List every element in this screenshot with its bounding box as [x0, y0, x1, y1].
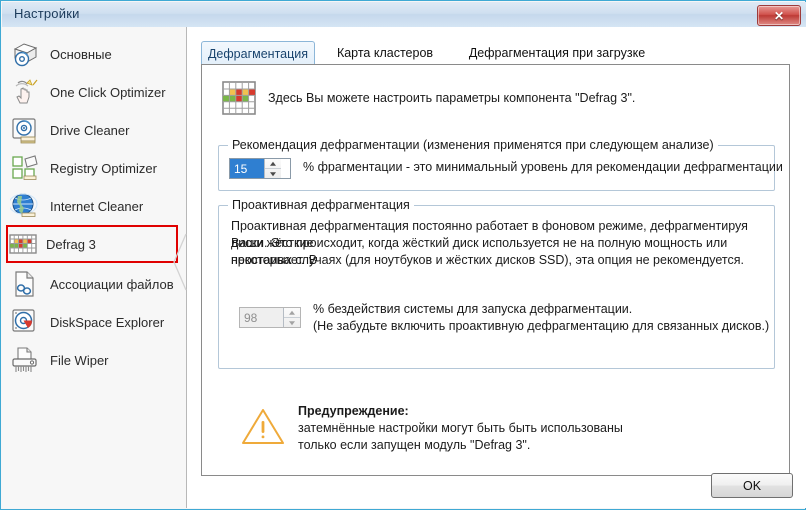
idle-threshold-value[interactable]: 98 — [240, 308, 283, 327]
idle-threshold-stepper[interactable]: 98 — [239, 307, 301, 328]
sidebar-item-label: One Click Optimizer — [50, 84, 166, 100]
stepper-down-button[interactable] — [265, 169, 281, 178]
warning-line-2: только если запущен модуль "Defrag 3". — [298, 438, 531, 452]
sidebar-item-defrag-3[interactable]: Defrag 3 — [6, 225, 178, 263]
sidebar-item-one-click-optimizer[interactable]: One Click Optimizer — [10, 73, 178, 111]
stepper-buttons[interactable] — [264, 159, 281, 178]
tab-label: Дефрагментация — [207, 46, 309, 61]
idle-threshold-description-line-2: (Не забудьте включить проактивную дефраг… — [313, 319, 770, 333]
fragmentation-threshold-description: % фрагментации - это минимальный уровень… — [303, 160, 783, 174]
sidebar-item-file-associations[interactable]: Ассоциации файлов — [10, 265, 178, 303]
tab-label: Дефрагментация при загрузке — [468, 46, 646, 60]
settings-window: Настройки ✕ Основные One Click Optimizer… — [0, 0, 806, 510]
sidebar-item-general[interactable]: Основные — [10, 35, 178, 73]
proactive-paragraph-line-3: некоторых случаях (для ноутбуков и жёстк… — [231, 253, 744, 267]
defrag-grid-icon — [8, 229, 38, 259]
sidebar-item-label: Registry Optimizer — [50, 160, 157, 176]
sidebar-item-file-wiper[interactable]: File Wiper — [10, 341, 178, 379]
diskspace-pie-icon — [10, 307, 40, 337]
sidebar-item-label: Defrag 3 — [46, 236, 96, 252]
file-link-icon — [10, 269, 40, 299]
tab-boot-defragmentation[interactable]: Дефрагментация при загрузке — [452, 41, 662, 65]
close-button[interactable]: ✕ — [757, 5, 801, 26]
tab-label: Карта кластеров — [336, 46, 434, 60]
fragmentation-threshold-value[interactable]: 15 — [230, 159, 264, 178]
shredder-icon — [10, 345, 40, 375]
warning-block: Предупреждение: затемнённые настройки мо… — [218, 388, 775, 458]
recommendation-group: Рекомендация дефрагментации (изменения п… — [218, 138, 783, 191]
ok-button[interactable]: OK — [711, 473, 793, 498]
fragmentation-threshold-stepper[interactable]: 15 — [229, 158, 291, 179]
stepper-down-button[interactable] — [284, 318, 300, 327]
sidebar-item-label: Основные — [50, 46, 112, 62]
drive-cleaner-icon — [10, 115, 40, 145]
sidebar-item-label: DiskSpace Explorer — [50, 314, 165, 330]
general-box-icon — [10, 39, 40, 69]
defrag-grid-icon — [222, 81, 256, 115]
proactive-legend: Проактивная дефрагментация — [228, 198, 414, 212]
window-title: Настройки — [14, 6, 80, 21]
warning-line-1: затемнённые настройки могут быть быть ис… — [298, 421, 623, 435]
stepper-buttons[interactable] — [283, 308, 300, 327]
sidebar-item-label: Drive Cleaner — [50, 122, 130, 138]
title-bar[interactable]: Настройки ✕ — [2, 2, 806, 28]
tab-strip: Дефрагментация Карта кластеров Дефрагмен… — [187, 41, 806, 65]
sidebar-item-drive-cleaner[interactable]: Drive Cleaner — [10, 111, 178, 149]
ok-button-label: OK — [742, 478, 762, 493]
close-icon: ✕ — [773, 8, 785, 23]
tab-defragmentation[interactable]: Дефрагментация — [201, 41, 315, 65]
recommendation-legend: Рекомендация дефрагментации (изменения п… — [228, 138, 718, 152]
idle-threshold-description-line-1: % бездействия системы для запуска дефраг… — [313, 302, 633, 316]
sidebar-item-label: Ассоциации файлов — [50, 276, 174, 292]
stepper-up-button[interactable] — [284, 308, 300, 318]
warning-triangle-icon — [240, 406, 286, 446]
chevron-up-icon — [289, 310, 295, 315]
sidebar-item-registry-optimizer[interactable]: Registry Optimizer — [10, 149, 178, 187]
globe-icon — [8, 191, 40, 221]
proactive-group: Проактивная дефрагментация Проактивная д… — [218, 198, 775, 369]
sidebar-item-internet-cleaner[interactable]: Internet Cleaner — [8, 187, 178, 225]
sidebar-item-label: File Wiper — [50, 352, 109, 368]
chevron-up-icon — [270, 161, 276, 166]
sidebar-item-label: Internet Cleaner — [50, 198, 144, 214]
chevron-down-icon — [270, 171, 276, 176]
settings-panel: Здесь Вы можете настроить параметры комп… — [201, 64, 790, 476]
registry-blocks-icon — [10, 153, 40, 183]
panel-header-text: Здесь Вы можете настроить параметры комп… — [268, 91, 636, 105]
content-area: Дефрагментация Карта кластеров Дефрагмен… — [187, 27, 806, 508]
sidebar: Основные One Click Optimizer Drive Clean… — [2, 27, 187, 508]
one-click-hand-icon — [10, 77, 40, 107]
sidebar-item-diskspace-explorer[interactable]: DiskSpace Explorer — [10, 303, 178, 341]
warning-title: Предупреждение: — [298, 404, 409, 418]
tab-cluster-map[interactable]: Карта кластеров — [322, 41, 448, 65]
stepper-up-button[interactable] — [265, 159, 281, 169]
sidebar-divider-notch — [173, 233, 187, 291]
chevron-down-icon — [289, 320, 295, 325]
